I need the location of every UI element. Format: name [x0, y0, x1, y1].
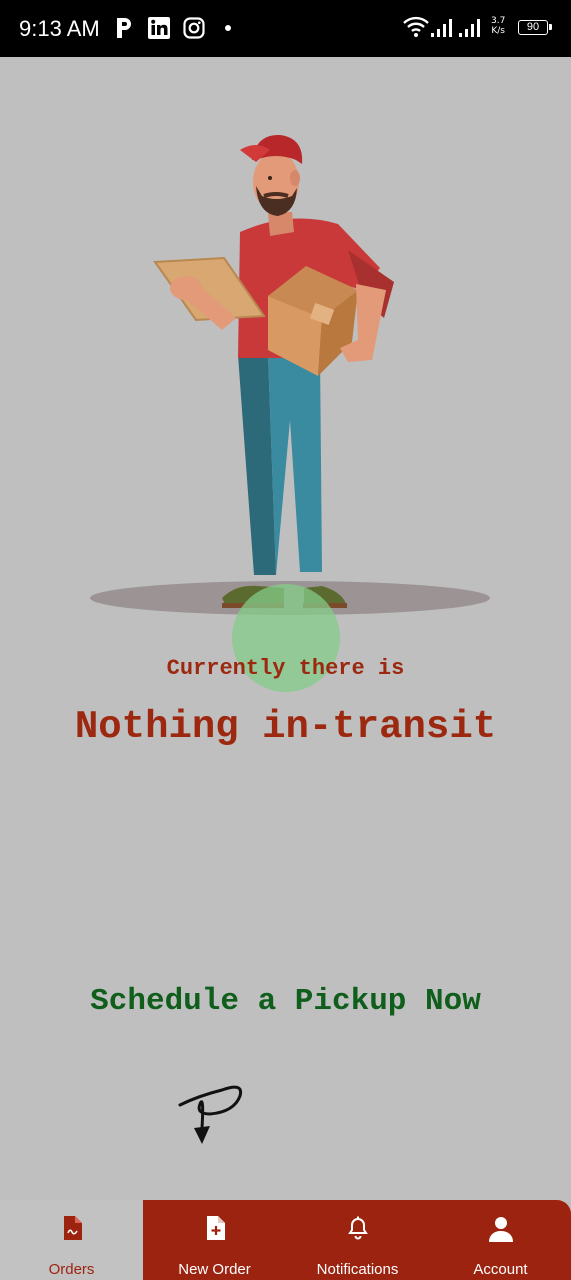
instagram-icon	[183, 17, 205, 39]
dot-icon	[225, 25, 231, 31]
empty-state-title: Nothing in-transit	[74, 705, 497, 749]
nav-label: Notifications	[316, 1261, 399, 1278]
delivery-man-illustration	[90, 134, 490, 615]
nav-label: Account	[473, 1261, 528, 1278]
linkedin-icon	[148, 17, 170, 39]
nav-label: New Order	[178, 1261, 251, 1278]
status-time: 9:13 AM	[19, 16, 100, 41]
network-speed-unit: K/s	[491, 26, 505, 36]
bottom-navigation: Orders New Order Notifications Account	[0, 1200, 571, 1280]
document-icon	[63, 1216, 82, 1240]
nav-label: Orders	[48, 1261, 95, 1278]
network-speed: 3.7 K/s	[491, 16, 505, 36]
nav-account[interactable]: Account	[429, 1200, 571, 1280]
network-speed-value: 3.7	[491, 16, 506, 26]
empty-state-subtitle: Currently there is	[166, 656, 405, 681]
signal-icon	[459, 19, 480, 37]
bell-icon	[347, 1216, 368, 1240]
battery-level: 90	[526, 21, 540, 33]
battery-icon: 90	[518, 20, 552, 35]
nav-orders[interactable]: Orders	[0, 1200, 143, 1280]
person-icon	[488, 1217, 513, 1242]
curved-arrow-icon	[178, 1085, 243, 1144]
signal-icon	[431, 19, 452, 37]
wifi-icon	[403, 16, 429, 37]
add-document-icon	[206, 1216, 225, 1240]
parking-p-icon	[117, 18, 131, 38]
schedule-pickup-link[interactable]: Schedule a Pickup Now	[0, 984, 571, 1019]
status-bar: 9:13 AM 3.7 K/s 90	[0, 0, 571, 57]
nav-notifications[interactable]: Notifications	[286, 1200, 429, 1280]
nav-new-order[interactable]: New Order	[143, 1200, 286, 1280]
